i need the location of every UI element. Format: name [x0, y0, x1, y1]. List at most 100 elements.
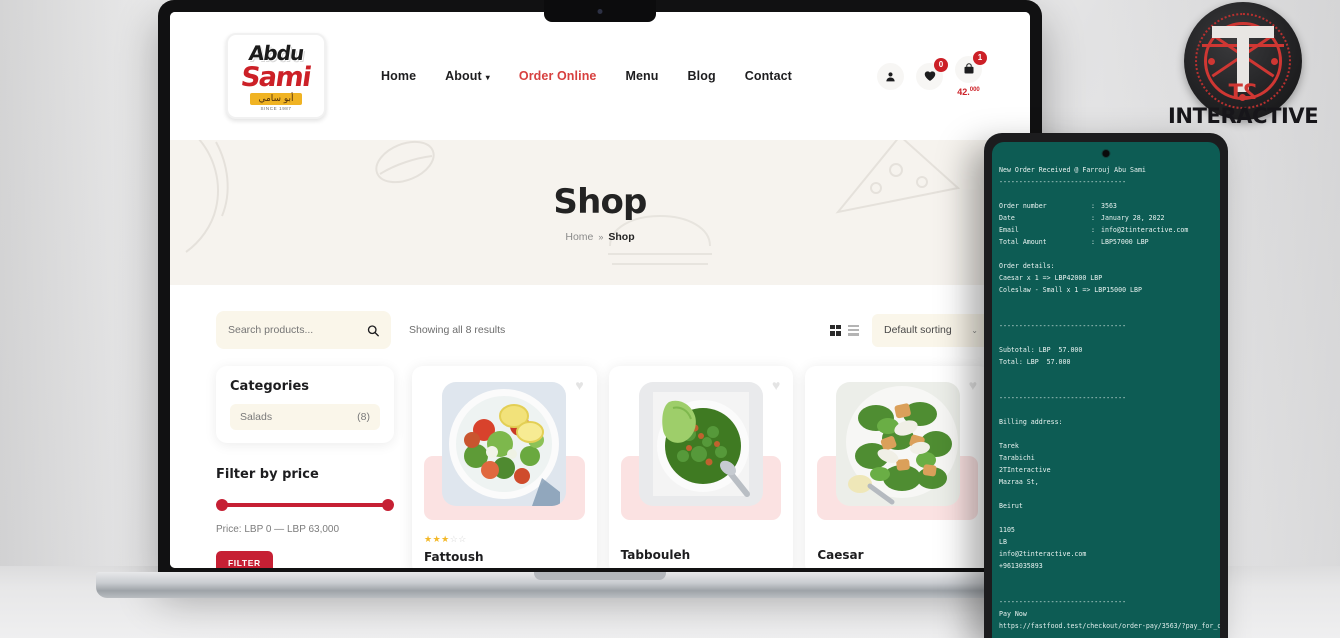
- nav-item-contact[interactable]: Contact: [745, 69, 792, 83]
- billing-email: info@2tinteractive.com: [999, 550, 1087, 558]
- account-button[interactable]: [877, 62, 904, 90]
- field-key: Date: [999, 214, 1015, 222]
- shop-columns: Categories Salads (8) Filter by price Pr…: [216, 366, 991, 568]
- nav-item-blog[interactable]: Blog: [688, 69, 716, 83]
- billing-city: Beirut: [999, 502, 1023, 510]
- cart-area[interactable]: 1 42.000: [955, 50, 987, 97]
- email-spacer: [999, 584, 1213, 596]
- header-actions: 0 1 42.000: [877, 50, 987, 97]
- cart-total-price: 42.000: [957, 86, 980, 97]
- wishlist-button[interactable]: 0: [916, 57, 948, 90]
- phone-body: New Order Received @ Farrouj Abu Sami --…: [984, 133, 1228, 638]
- view-toggle-group: [830, 324, 859, 336]
- breadcrumb-home[interactable]: Home: [565, 231, 593, 243]
- search-input[interactable]: [228, 324, 368, 336]
- category-item-salads[interactable]: Salads (8): [230, 404, 380, 430]
- field-value: LBP57000 LBP: [1101, 238, 1149, 246]
- product-rating: ★★★☆☆: [424, 534, 585, 545]
- logo-node-left: [1208, 58, 1215, 65]
- order-subtotal: Subtotal: LBP 57.000: [999, 346, 1083, 354]
- email-field-row: Total Amount: LBP57000 LBP: [999, 236, 1213, 248]
- field-key: Email: [999, 226, 1019, 234]
- shop-toolbar: Showing all 8 results Default sorting ⌄: [216, 311, 990, 349]
- field-value: 3563: [1101, 202, 1117, 210]
- pay-now-title: Pay Now: [999, 610, 1027, 618]
- product-card[interactable]: ♥: [608, 366, 794, 568]
- sorting-label: Default sorting: [884, 324, 952, 336]
- shop-sidebar: Categories Salads (8) Filter by price Pr…: [216, 366, 394, 568]
- laptop-base-notch: [534, 572, 666, 580]
- grid-view-icon[interactable]: [830, 324, 841, 336]
- product-image-caesar: [835, 382, 960, 506]
- heart-icon: [924, 71, 935, 81]
- product-card[interactable]: ♥: [412, 366, 597, 568]
- product-image-wrap: [620, 378, 782, 526]
- product-image-wrap: [424, 378, 585, 526]
- nav-item-order-online[interactable]: Order Online: [519, 69, 597, 83]
- main-navigation: Home About ▾ Order Online Menu Blog Conta…: [381, 69, 792, 83]
- laptop-mockup: Abdu Sami أبو سامي SINCE 1987 Home About…: [96, 0, 1104, 598]
- categories-title: Categories: [230, 379, 310, 394]
- product-name[interactable]: Tabbouleh: [621, 548, 782, 562]
- chevron-down-icon: ⌄: [971, 325, 978, 335]
- cart-count-badge: 1: [973, 50, 987, 65]
- category-count: (8): [357, 411, 370, 423]
- list-view-icon[interactable]: [848, 324, 859, 336]
- breadcrumb: Home » Shop: [565, 231, 634, 243]
- email-rule: --------------------------------: [999, 598, 1127, 606]
- product-name[interactable]: Caesar: [817, 548, 978, 562]
- email-rule: --------------------------------: [999, 178, 1127, 186]
- cart-price-int: 42: [957, 86, 968, 97]
- search-icon[interactable]: [367, 324, 379, 337]
- email-field-row: Order number:3563: [999, 200, 1213, 212]
- order-total: Total: LBP 57.000: [999, 358, 1071, 366]
- product-name[interactable]: Fattoush: [424, 550, 585, 564]
- billing-country: LB: [999, 538, 1007, 546]
- filter-button[interactable]: FILTER: [216, 551, 273, 568]
- page-title: Shop: [553, 182, 647, 222]
- email-spacer: [999, 488, 1213, 500]
- logo-badge: Abdu Sami أبو سامي SINCE 1987: [226, 33, 326, 119]
- nav-item-menu[interactable]: Menu: [625, 69, 658, 83]
- laptop-lid: Abdu Sami أبو سامي SINCE 1987 Home About…: [158, 0, 1042, 580]
- banana-line-art-icon: [185, 140, 229, 253]
- page-hero: Shop Home » Shop: [170, 140, 1030, 285]
- user-icon: [886, 71, 895, 81]
- field-colon: :: [1091, 226, 1095, 234]
- slider-handle-min[interactable]: [216, 499, 228, 511]
- nav-label: Order Online: [518, 69, 597, 83]
- email-spacer: [999, 308, 1213, 320]
- product-grid: ♥ ★★★☆☆ Fattoush ♥ Tabbouleh ♥ Caesar: [412, 366, 991, 568]
- product-card[interactable]: ♥: [805, 366, 991, 568]
- abdu-sami-logo[interactable]: Abdu Sami أبو سامي SINCE 1987: [226, 33, 326, 119]
- nav-item-home[interactable]: Home: [381, 69, 416, 83]
- toolbar-right: Default sorting ⌄: [830, 313, 990, 347]
- sorting-select[interactable]: Default sorting ⌄: [872, 313, 990, 347]
- price-range-slider[interactable]: [216, 499, 394, 511]
- search-box[interactable]: [216, 311, 391, 349]
- logo-text-arabic: أبو سامي: [250, 92, 302, 105]
- site-header: Abdu Sami أبو سامي SINCE 1987 Home About…: [170, 12, 1030, 140]
- brandmark-prefix: 2T: [1228, 80, 1258, 104]
- email-subject: New Order Received @ Farrouj Abu Sami: [999, 166, 1146, 174]
- 2tinteractive-logo: 2TINTERACTIVE: [1168, 2, 1319, 128]
- email-spacer: [999, 188, 1213, 200]
- slider-handle-max[interactable]: [382, 499, 394, 511]
- email-spacer: [999, 332, 1213, 344]
- pay-now-link[interactable]: https://fastfood.test/checkout/order-pay…: [999, 620, 1220, 632]
- phone-screen: New Order Received @ Farrouj Abu Sami --…: [992, 142, 1220, 638]
- nav-item-about[interactable]: About ▾: [445, 69, 490, 83]
- nav-label: Menu: [625, 69, 659, 83]
- bag-icon: [964, 63, 973, 74]
- phone-camera-icon: [1101, 149, 1111, 158]
- email-spacer: [999, 404, 1213, 416]
- cart-button[interactable]: 1: [955, 50, 987, 83]
- email-spacer: [999, 380, 1213, 392]
- billing-line: Mazraa St,: [999, 478, 1039, 486]
- email-spacer: [999, 572, 1213, 584]
- product-image-fattoush: [442, 382, 567, 506]
- logo-text-since: SINCE 1987: [260, 105, 292, 111]
- order-item: Coleslaw - Small x 1 => LBP15000 LBP: [999, 286, 1142, 294]
- email-spacer: [999, 368, 1213, 380]
- email-rule: --------------------------------: [999, 394, 1127, 402]
